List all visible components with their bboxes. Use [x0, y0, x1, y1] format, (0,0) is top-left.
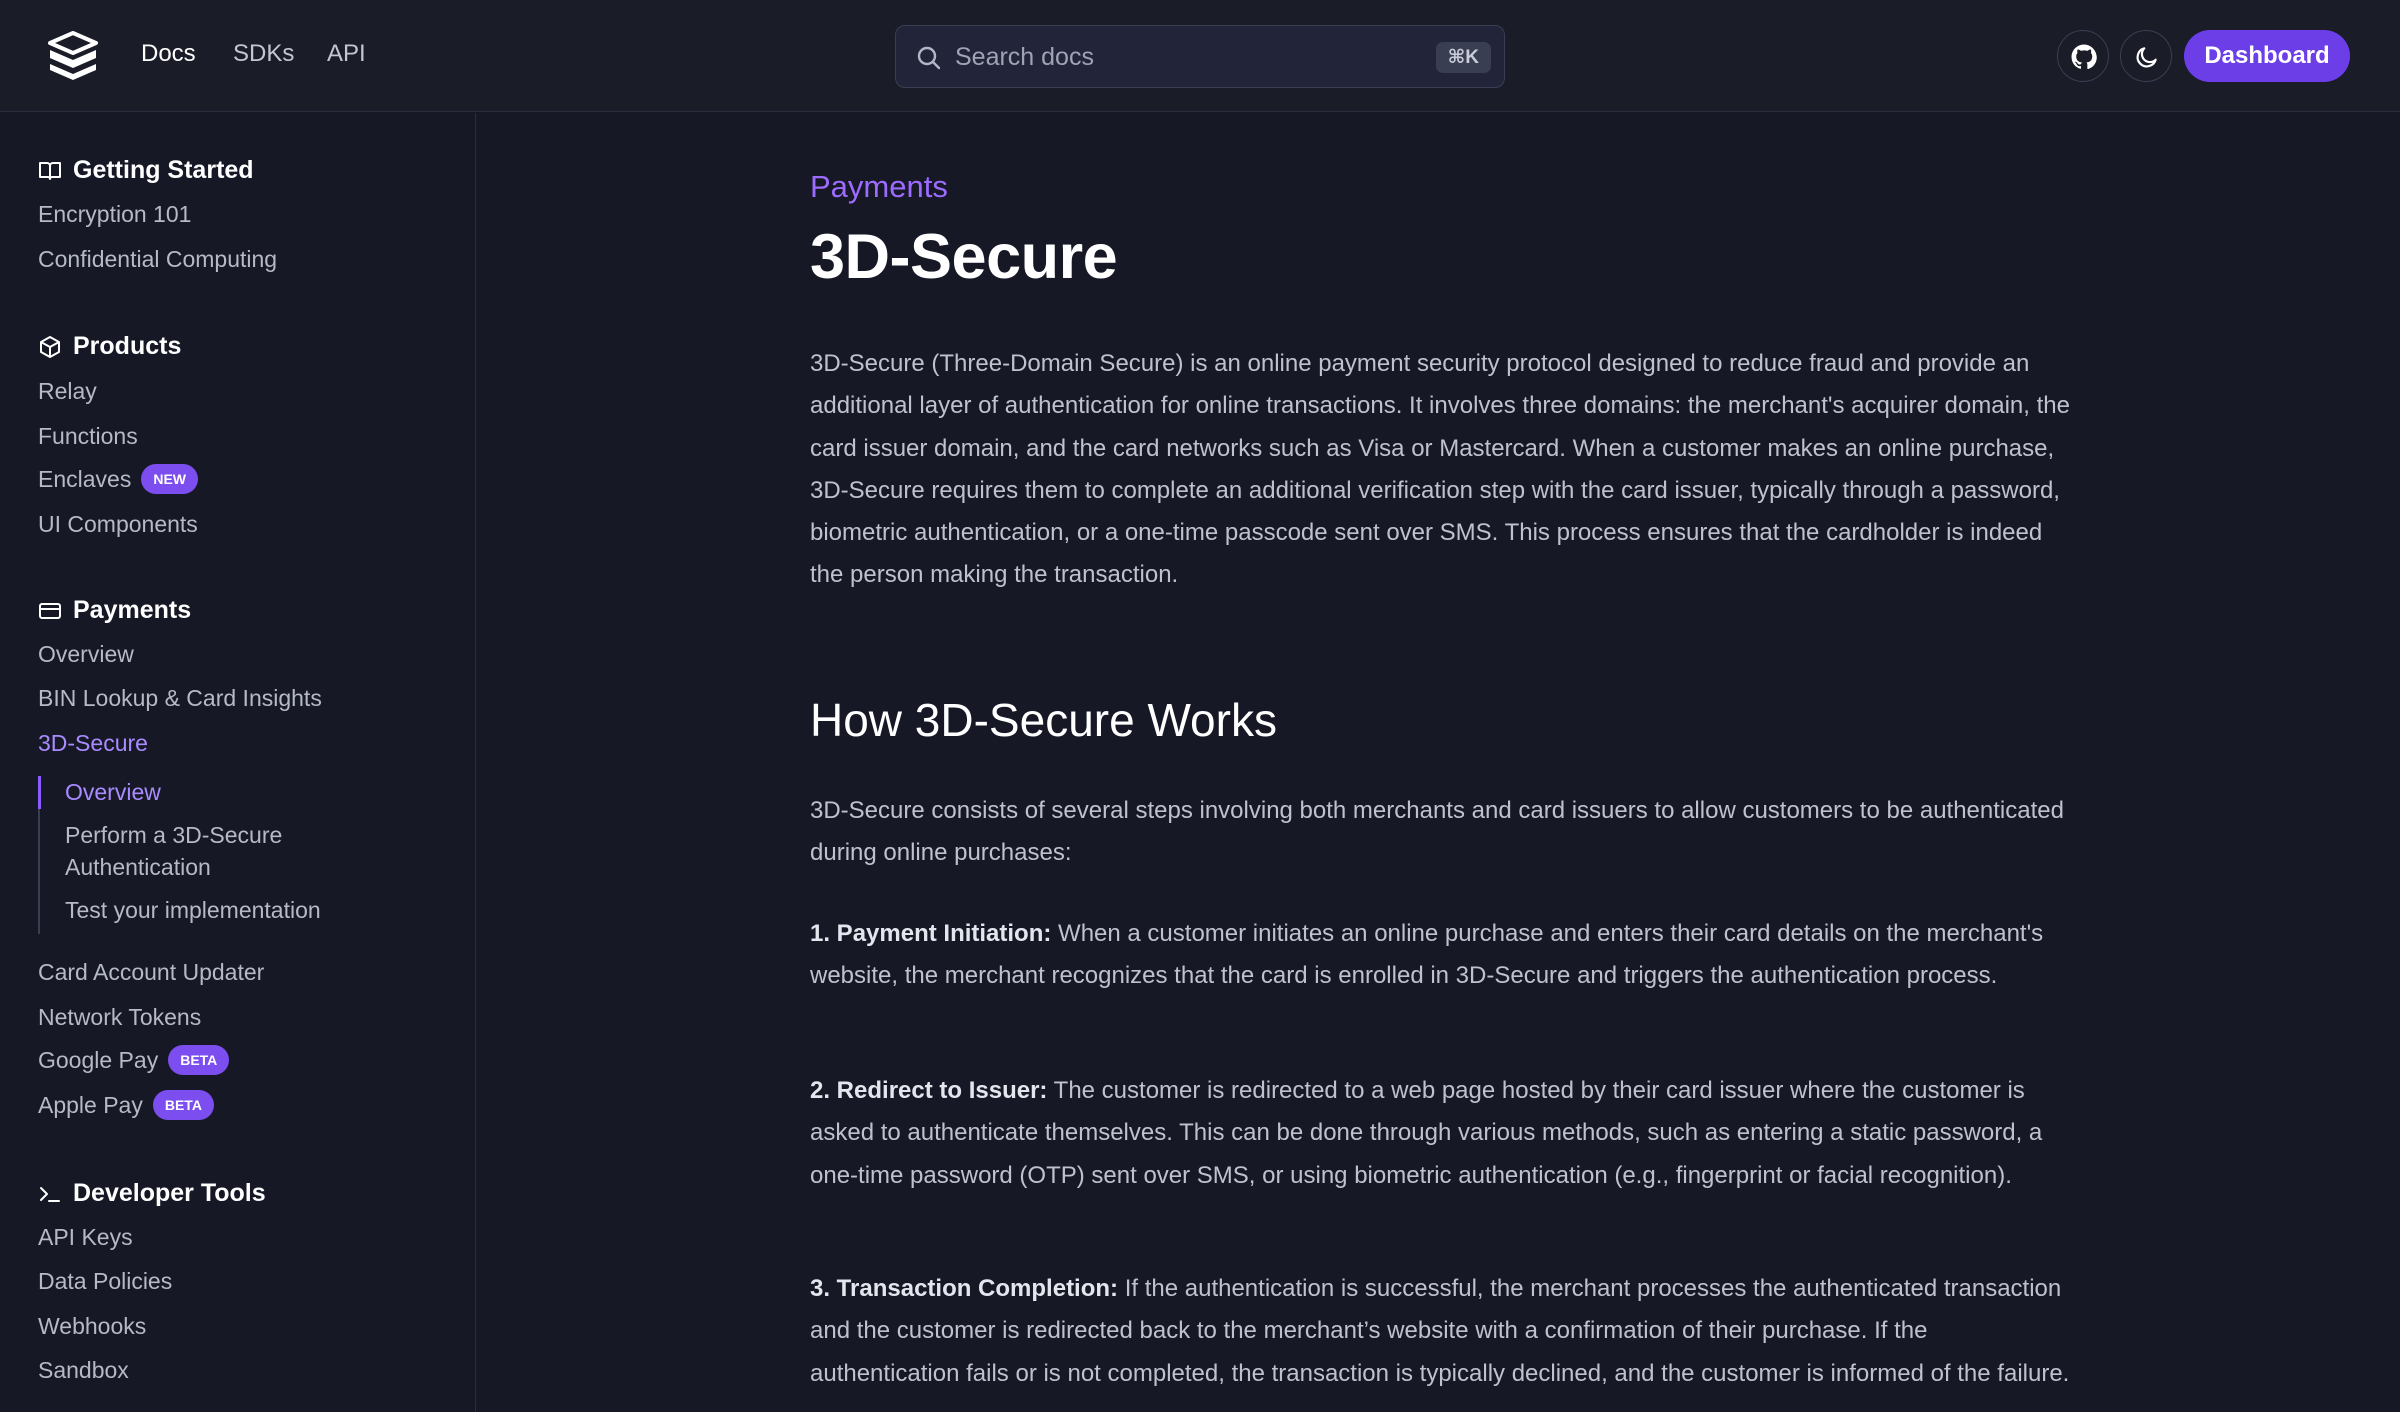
credit-card-icon	[39, 602, 61, 619]
sidebar-item-data-policies[interactable]: Data Policies	[38, 1268, 172, 1295]
search-shortcut: ⌘K	[1435, 42, 1491, 73]
book-icon	[39, 161, 61, 180]
step-label: 3. Transaction Completion:	[810, 1275, 1119, 1302]
sidebar-item-label: Enclaves	[38, 466, 132, 493]
sidebar-item-functions[interactable]: Functions	[38, 423, 138, 450]
nav-sdks[interactable]: SDKs	[233, 40, 294, 68]
section-title: Getting Started	[73, 156, 254, 184]
nav-api[interactable]: API	[327, 40, 366, 68]
subnav-item-perform-authentication[interactable]: Perform a 3D-Secure Authentication	[65, 819, 315, 883]
sidebar-item-google-pay[interactable]: Google Pay BETA	[38, 1045, 230, 1077]
sidebar-item-label: Apple Pay	[38, 1092, 143, 1119]
step-label: 2. Redirect to Issuer:	[810, 1077, 1048, 1104]
beta-badge: BETA	[152, 1090, 214, 1120]
section-intro-paragraph: 3D-Secure consists of several steps invo…	[810, 797, 2064, 867]
sidebar-item-3d-secure[interactable]: 3D-Secure	[38, 730, 148, 757]
sidebar-item-bin-lookup[interactable]: BIN Lookup & Card Insights	[38, 685, 322, 712]
sidebar-item-api-keys[interactable]: API Keys	[38, 1224, 133, 1251]
subnav-3d-secure: Overview Perform a 3D-Secure Authenticat…	[38, 776, 338, 934]
page-eyebrow: Payments	[810, 169, 948, 204]
section-title: Developer Tools	[73, 1179, 266, 1207]
search-input[interactable]: Search docs ⌘K	[895, 25, 1505, 88]
sidebar: Getting Started Encryption 101 Confident…	[0, 113, 476, 1412]
section-heading: How 3D-Secure Works	[810, 694, 1277, 746]
sidebar-item-label: Google Pay	[38, 1047, 159, 1074]
beta-badge: BETA	[168, 1045, 230, 1075]
step-label: 1. Payment Initiation:	[810, 920, 1052, 947]
active-indicator	[38, 776, 41, 809]
dashboard-button[interactable]: Dashboard	[2184, 30, 2350, 82]
section-payments: Payments	[38, 596, 191, 625]
section-getting-started: Getting Started	[38, 156, 254, 185]
sidebar-item-confidential-computing[interactable]: Confidential Computing	[38, 246, 277, 273]
step-paragraph: 1. Payment Initiation: When a customer i…	[810, 913, 2070, 998]
sidebar-item-apple-pay[interactable]: Apple Pay BETA	[38, 1090, 214, 1122]
step-paragraph: 3. Transaction Completion: If the authen…	[810, 1268, 2070, 1395]
subnav-item-test-implementation[interactable]: Test your implementation	[65, 894, 321, 926]
cube-icon	[40, 335, 60, 358]
sidebar-item-ui-components[interactable]: UI Components	[38, 511, 198, 538]
terminal-icon	[40, 1186, 60, 1202]
sidebar-item-network-tokens[interactable]: Network Tokens	[38, 1004, 201, 1031]
sidebar-item-relay[interactable]: Relay	[38, 378, 97, 405]
search-icon	[917, 46, 941, 70]
sidebar-item-card-account-updater[interactable]: Card Account Updater	[38, 959, 264, 986]
search-placeholder: Search docs	[955, 43, 1094, 71]
github-icon	[2071, 44, 2097, 70]
page-title: 3D-Secure	[810, 222, 1118, 292]
sidebar-item-sandbox[interactable]: Sandbox	[38, 1357, 129, 1384]
theme-toggle-button[interactable]	[2120, 30, 2172, 82]
section-title: Payments	[73, 596, 192, 624]
step-paragraph: 2. Redirect to Issuer: The customer is r…	[810, 1070, 2070, 1197]
github-button[interactable]	[2057, 30, 2109, 82]
nav-docs[interactable]: Docs	[141, 40, 196, 68]
intro-paragraph: 3D-Secure (Three-Domain Secure) is an on…	[810, 350, 2070, 589]
logo-icon[interactable]	[46, 30, 100, 82]
sidebar-item-enclaves[interactable]: Enclaves NEW	[38, 464, 198, 496]
section-products: Products	[38, 332, 181, 361]
sidebar-item-overview[interactable]: Overview	[38, 641, 134, 668]
new-badge: NEW	[141, 464, 198, 494]
sidebar-item-webhooks[interactable]: Webhooks	[38, 1313, 146, 1340]
section-developer-tools: Developer Tools	[38, 1179, 266, 1208]
moon-icon	[2136, 47, 2157, 68]
subnav-item-overview[interactable]: Overview	[65, 776, 161, 808]
top-navbar: Docs SDKs API Search docs ⌘K Dashboard	[0, 0, 2400, 112]
sidebar-item-encryption-101[interactable]: Encryption 101	[38, 201, 191, 228]
section-title: Products	[73, 332, 182, 360]
